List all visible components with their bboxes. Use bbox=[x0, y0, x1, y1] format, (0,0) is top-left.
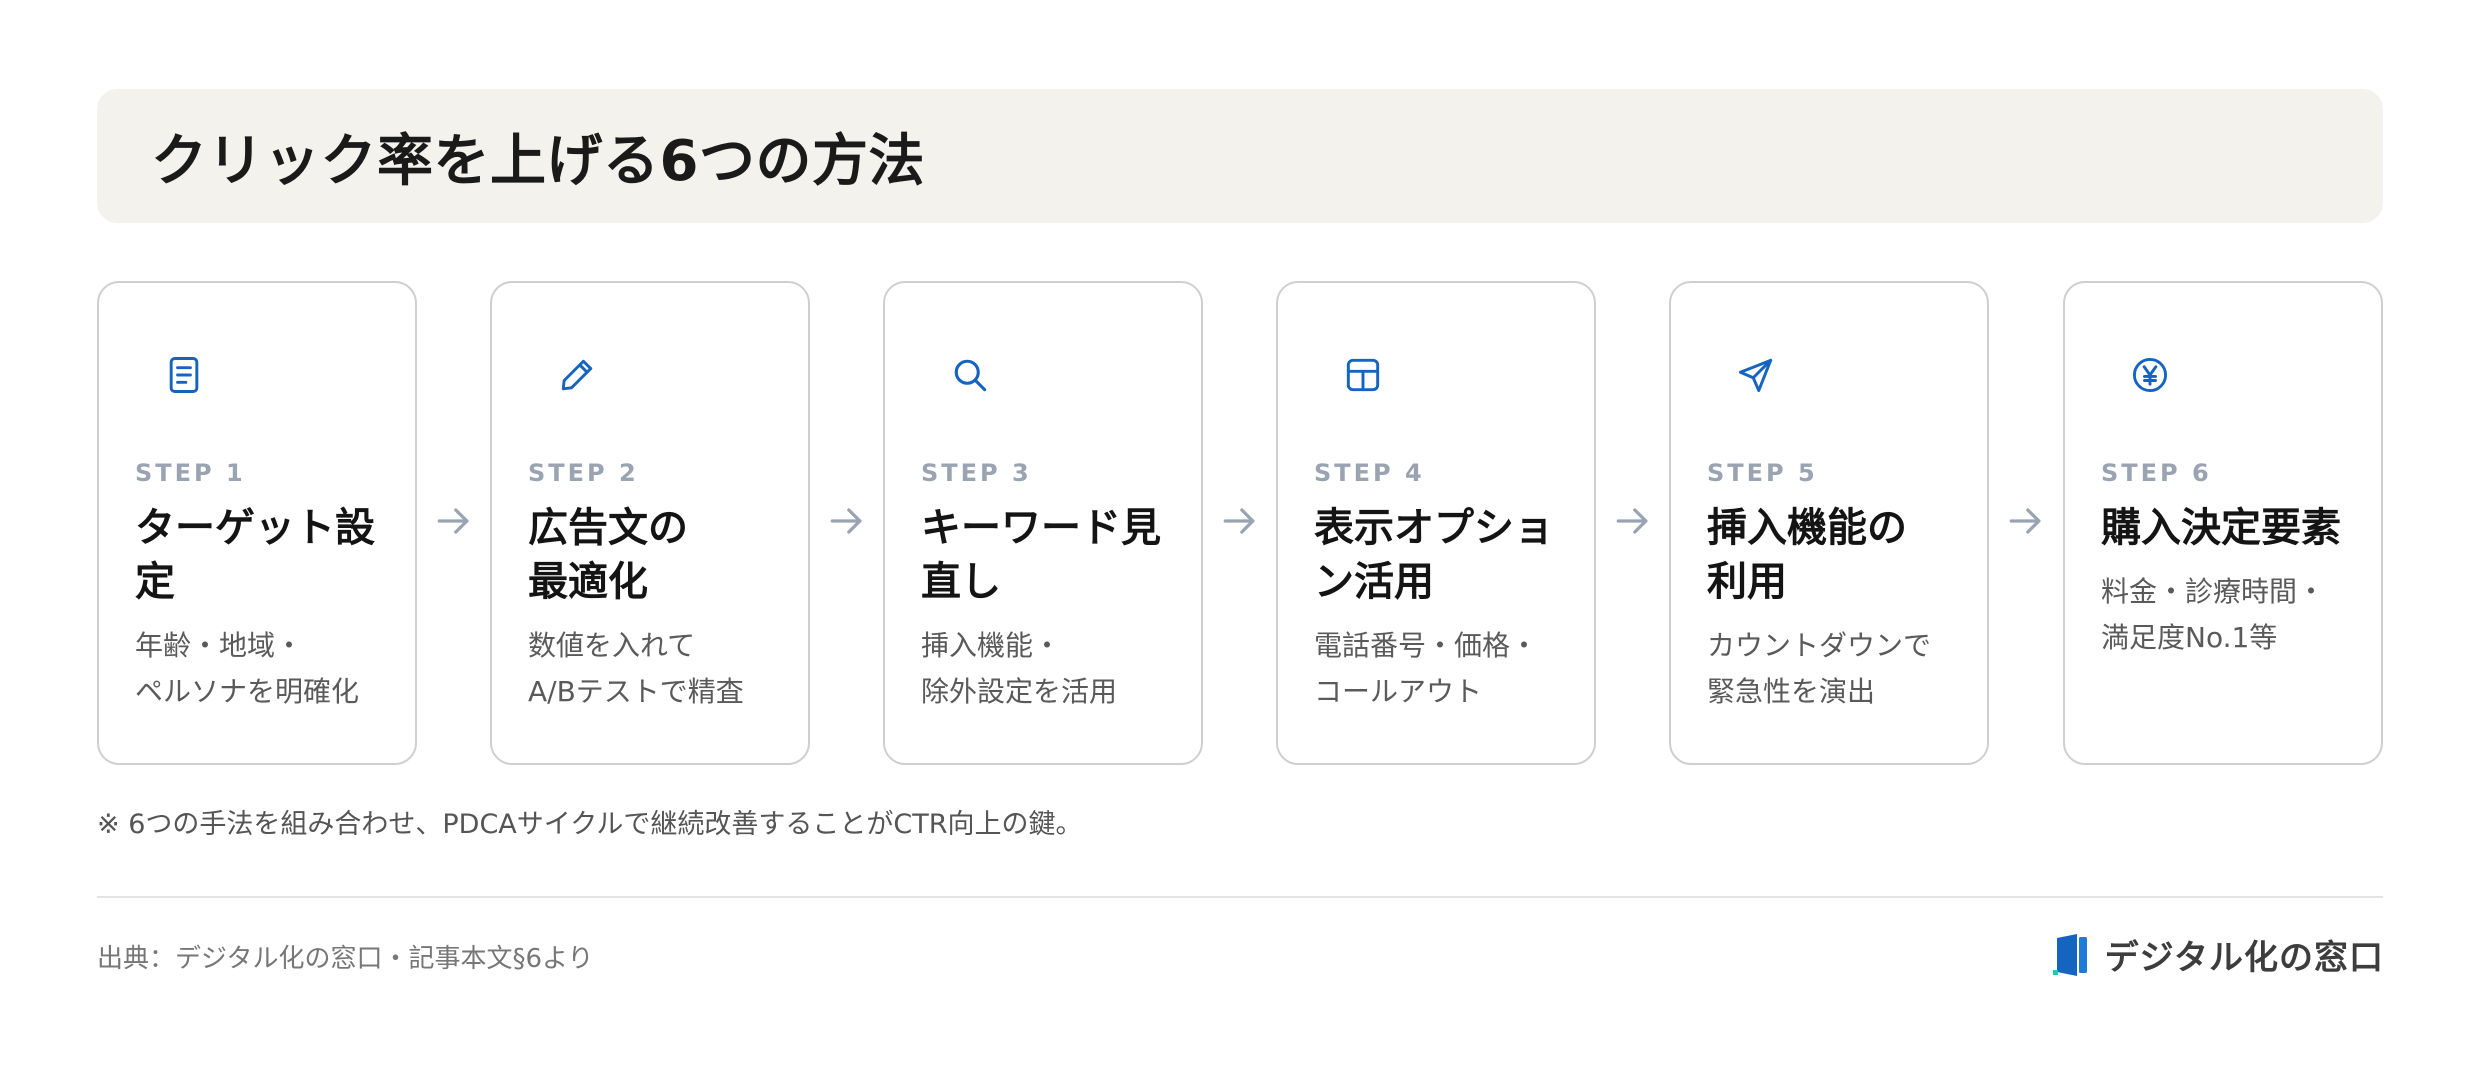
step-card-6: STEP 6 購入決定要素 料金・診療時間・ 満足度No.1等 bbox=[2063, 281, 2383, 765]
step-label: STEP 6 bbox=[2101, 459, 2212, 487]
step-title: 購入決定要素 bbox=[2101, 505, 2341, 551]
arrow-right-icon bbox=[825, 499, 869, 543]
window-logo-icon bbox=[2052, 932, 2091, 978]
step-title: ターゲット設定 bbox=[135, 505, 375, 605]
step-label: STEP 5 bbox=[1707, 459, 1818, 487]
step-label: STEP 4 bbox=[1314, 459, 1425, 487]
step-label: STEP 1 bbox=[135, 459, 246, 487]
arrow-right-icon bbox=[432, 499, 476, 543]
step-description: 数値を入れて A/Bテストで精査 bbox=[528, 629, 744, 708]
title-banner: クリック率を上げる6つの方法 bbox=[97, 89, 2383, 223]
step-card-4: STEP 4 表示オプション活用 電話番号・価格・ コールアウト bbox=[1276, 281, 1596, 765]
arrow-right-icon bbox=[2004, 499, 2048, 543]
step-card-5: STEP 5 挿入機能の 利用 カウントダウンで 緊急性を演出 bbox=[1669, 281, 1989, 765]
step-card-2: STEP 2 広告文の 最適化 数値を入れて A/Bテストで精査 bbox=[490, 281, 810, 765]
step-description: カウントダウンで 緊急性を演出 bbox=[1707, 629, 1932, 708]
pencil-icon bbox=[555, 353, 599, 397]
yen-icon bbox=[2128, 353, 2172, 397]
step-label: STEP 3 bbox=[921, 459, 1032, 487]
step-description: 挿入機能・ 除外設定を活用 bbox=[921, 629, 1118, 708]
step-title: 挿入機能の 利用 bbox=[1707, 505, 1907, 605]
step-description: 年齢・地域・ ペルソナを明確化 bbox=[135, 629, 360, 708]
steps-flow: STEP 1 ターゲット設定 年齢・地域・ ペルソナを明確化 STEP 2 広告… bbox=[97, 281, 2383, 765]
brand-name: デジタル化の窓口 bbox=[2104, 938, 2384, 978]
step-title: キーワード見直し bbox=[921, 505, 1161, 605]
source-citation: 出典：デジタル化の窓口・記事本文§6より bbox=[97, 944, 594, 974]
brand-logo: デジタル化の窓口 bbox=[2052, 930, 2384, 979]
send-icon bbox=[1734, 353, 1778, 397]
step-description: 電話番号・価格・ コールアウト bbox=[1314, 629, 1539, 708]
step-title: 広告文の 最適化 bbox=[528, 505, 688, 605]
infographic-page: クリック率を上げる6つの方法 STEP 1 ターゲット設定 年齢・地域・ ペルソ… bbox=[0, 0, 2480, 1070]
step-card-1: STEP 1 ターゲット設定 年齢・地域・ ペルソナを明確化 bbox=[97, 281, 417, 765]
step-description: 料金・診療時間・ 満足度No.1等 bbox=[2101, 575, 2326, 654]
arrow-right-icon bbox=[1218, 499, 1262, 543]
step-title: 表示オプション活用 bbox=[1314, 505, 1554, 605]
arrow-right-icon bbox=[1611, 499, 1655, 543]
step-label: STEP 2 bbox=[528, 459, 639, 487]
page-title: クリック率を上げる6つの方法 bbox=[151, 128, 925, 194]
grid-icon bbox=[1341, 353, 1385, 397]
footnote: ※ 6つの手法を組み合わせ、PDCAサイクルで継続改善することがCTR向上の鍵。 bbox=[97, 809, 1083, 840]
document-icon bbox=[162, 353, 206, 397]
search-icon bbox=[948, 353, 992, 397]
step-card-3: STEP 3 キーワード見直し 挿入機能・ 除外設定を活用 bbox=[883, 281, 1203, 765]
divider bbox=[97, 896, 2383, 898]
